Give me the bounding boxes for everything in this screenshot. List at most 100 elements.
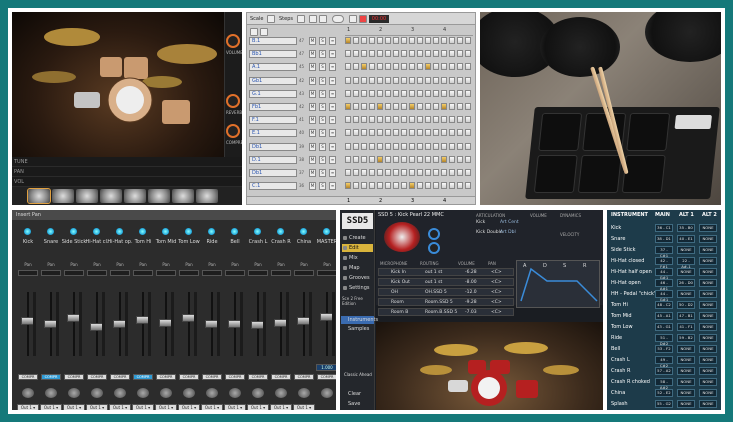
step-cell[interactable] — [345, 89, 351, 97]
track-name[interactable]: D.1 — [249, 155, 297, 164]
track-name[interactable]: F.1 — [249, 116, 297, 125]
step-cell[interactable] — [369, 103, 375, 110]
track-name[interactable]: B.1 — [249, 37, 297, 45]
track-options-button[interactable]: ≡ — [329, 116, 336, 125]
step-cell[interactable] — [369, 89, 375, 97]
step-cell[interactable] — [345, 182, 351, 190]
mic-routing[interactable]: out 1 st — [425, 280, 442, 285]
step-cell[interactable] — [385, 169, 391, 176]
mic-volume[interactable]: -12.0 — [465, 290, 477, 295]
step-cell[interactable] — [369, 129, 375, 137]
step-cell[interactable] — [449, 103, 455, 110]
solo-button[interactable]: S — [319, 155, 326, 164]
ssd5-nav-item[interactable]: Mix — [342, 254, 373, 262]
output-select[interactable]: Out 1 ▾ — [201, 404, 223, 410]
channel-led-icon[interactable] — [277, 228, 284, 235]
step-cell[interactable] — [441, 129, 447, 137]
step-cell[interactable] — [393, 169, 399, 176]
step-cell[interactable] — [417, 116, 423, 124]
step-cell[interactable] — [377, 89, 383, 97]
step-cell[interactable] — [377, 142, 383, 150]
step-cell[interactable] — [369, 155, 375, 163]
step-cell[interactable] — [409, 155, 415, 163]
compressor-button[interactable]: COMPR — [133, 374, 153, 380]
ssd5-nav-item[interactable]: Create — [342, 234, 373, 242]
channel-led-icon[interactable] — [231, 228, 238, 235]
send-knob[interactable] — [321, 388, 333, 398]
step-cell[interactable] — [369, 116, 375, 124]
step-cell[interactable] — [465, 116, 471, 124]
pan-slider[interactable] — [248, 270, 268, 276]
step-cell[interactable] — [417, 169, 423, 176]
step-cell[interactable] — [345, 50, 351, 58]
alt1-note-box[interactable]: NONE — [677, 400, 695, 408]
main-note-box[interactable]: 48 - C2 — [655, 301, 673, 309]
crash-cymbal[interactable] — [44, 28, 100, 46]
step-cell[interactable] — [361, 76, 367, 84]
step-cell[interactable] — [385, 155, 391, 163]
step-cell[interactable] — [345, 116, 351, 124]
alt2-note-box[interactable]: NONE — [699, 290, 717, 298]
step-cell[interactable] — [385, 63, 391, 71]
step-cell[interactable] — [457, 50, 463, 58]
mute-button[interactable]: M — [309, 50, 316, 59]
step-cell[interactable] — [385, 103, 391, 110]
step-cell[interactable] — [361, 37, 367, 44]
step-cell[interactable] — [433, 76, 439, 84]
output-select[interactable]: Out 1 ▾ — [155, 404, 177, 410]
step-cell[interactable] — [441, 89, 447, 97]
mic-pan[interactable]: <C> — [491, 290, 502, 295]
step-cell[interactable] — [353, 50, 359, 58]
compressor-button[interactable]: COMPR — [18, 374, 38, 380]
step-cell[interactable] — [377, 37, 383, 44]
step-cell[interactable] — [425, 169, 431, 176]
ssd5-ride[interactable] — [543, 365, 579, 375]
step-cell[interactable] — [361, 142, 367, 150]
main-note-box[interactable]: 46 - A#1 — [655, 279, 673, 291]
step-cell[interactable] — [393, 103, 399, 110]
alt2-note-box[interactable]: NONE — [699, 246, 717, 254]
pan-slider[interactable] — [294, 270, 314, 276]
track-options-button[interactable]: ≡ — [329, 76, 336, 85]
step-cell[interactable] — [449, 169, 455, 176]
step-cell[interactable] — [465, 37, 471, 44]
step-cell[interactable] — [457, 116, 463, 124]
alt2-note-box[interactable]: NONE — [699, 367, 717, 375]
step-cell[interactable] — [393, 116, 399, 124]
step-cell[interactable] — [433, 142, 439, 150]
step-cell[interactable] — [377, 76, 383, 84]
channel-led-icon[interactable] — [70, 228, 77, 235]
thumb-tom[interactable] — [76, 189, 98, 203]
output-select[interactable]: Out 1 ▾ — [270, 404, 292, 410]
step-cell[interactable] — [409, 142, 415, 150]
step-cell[interactable] — [425, 129, 431, 137]
step-cell[interactable] — [401, 116, 407, 124]
main-note-box[interactable]: 51 - D#2 — [655, 334, 673, 346]
step-cell[interactable] — [417, 76, 423, 84]
output-select[interactable]: Out 1 ▾ — [247, 404, 269, 410]
reverb-knob[interactable] — [226, 94, 240, 108]
compressor-button[interactable]: COMPR — [248, 374, 268, 380]
record-button[interactable] — [359, 15, 367, 23]
send-knob[interactable] — [22, 388, 34, 398]
step-cell[interactable] — [425, 89, 431, 97]
alt2-note-box[interactable]: NONE — [699, 268, 717, 276]
solo-button[interactable]: S — [319, 89, 326, 98]
track-name[interactable]: G.1 — [249, 89, 297, 98]
step-cell[interactable] — [433, 155, 439, 163]
solo-button[interactable]: S — [319, 37, 326, 45]
send-knob[interactable] — [45, 388, 57, 398]
mic-row[interactable]: Kick In out 1 st -6.28 <C> — [378, 268, 514, 276]
mic-pan[interactable]: <C> — [491, 270, 502, 275]
track-name[interactable]: Fb1 — [249, 103, 297, 111]
step-cell[interactable] — [449, 182, 455, 190]
alt1-note-box[interactable]: NONE — [677, 378, 695, 386]
step-cell[interactable] — [449, 76, 455, 84]
mic-volume[interactable]: -8.00 — [465, 280, 477, 285]
main-note-box[interactable]: 45 - A1 — [655, 312, 673, 320]
main-note-box[interactable]: 36 - C1 — [655, 224, 673, 232]
thumb-hihat[interactable] — [148, 189, 170, 203]
step-cell[interactable] — [449, 37, 455, 44]
step-cell[interactable] — [457, 37, 463, 44]
step-cell[interactable] — [417, 155, 423, 163]
